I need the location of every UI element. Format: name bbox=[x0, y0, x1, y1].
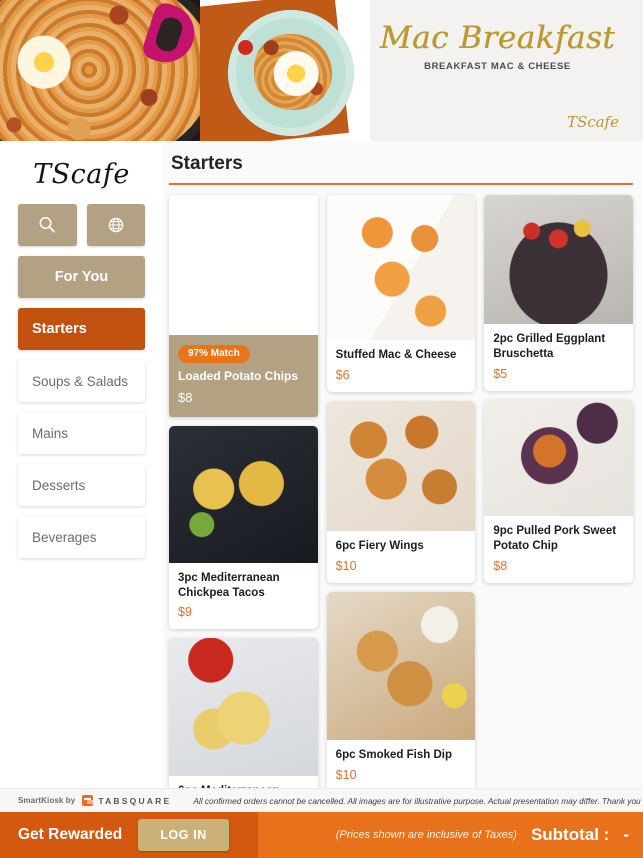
subtotal-section: (Prices shown are inclusive of Taxes) Su… bbox=[258, 812, 643, 858]
plate-food-graphic bbox=[254, 34, 332, 110]
item-image bbox=[169, 425, 318, 563]
brand-logo: TScafe bbox=[33, 159, 130, 190]
subtotal-value: - bbox=[623, 825, 629, 844]
sidebar-item-label: Beverages bbox=[32, 529, 97, 545]
item-image bbox=[484, 195, 634, 324]
item-price: $8 bbox=[493, 558, 508, 573]
menu-card-pulled-pork-sweet-potato-chip[interactable]: 9pc Pulled Pork Sweet Potato Chip $8 bbox=[484, 399, 634, 583]
item-price: $6 bbox=[335, 367, 350, 382]
banner-brand-block: Mac Breakfast BREAKFAST MAC & CHEESE TSc… bbox=[370, 0, 643, 141]
get-rewarded-label: Get Rewarded bbox=[18, 826, 123, 843]
tabsquare-logo-icon bbox=[82, 795, 94, 806]
item-info: Stuffed Mac & Cheese $6 bbox=[327, 340, 476, 392]
item-name: 6pc Fiery Wings bbox=[335, 539, 424, 552]
tax-note: (Prices shown are inclusive of Taxes) bbox=[335, 829, 517, 841]
banner-image-plate bbox=[200, 0, 370, 141]
menu-content: Starters 97% Match Loaded Potato Chips $… bbox=[163, 141, 643, 788]
banner-brand-mark: TScafe bbox=[566, 113, 619, 131]
item-image bbox=[326, 591, 476, 740]
item-info: 3pc Mediterranean Chickpea Tacos $9 bbox=[169, 563, 318, 630]
sidebar-item-starters[interactable]: Starters bbox=[18, 308, 145, 350]
item-name: 6pc Smoked Fish Dip bbox=[335, 748, 452, 761]
sidebar-item-beverages[interactable]: Beverages bbox=[18, 516, 145, 558]
header-banner: Mac Breakfast BREAKFAST MAC & CHEESE TSc… bbox=[0, 0, 643, 141]
page-title: Starters bbox=[171, 153, 243, 174]
menu-grid: 97% Match Loaded Potato Chips $8 3pc Med… bbox=[169, 195, 634, 788]
item-info: 6pc Fiery Wings $10 bbox=[327, 531, 476, 583]
item-info: 6pc Mediterranean Mozzarella Cheese bbox=[169, 776, 318, 788]
footer-note: SmartKiosk by TABSQUARE All confirmed or… bbox=[0, 788, 643, 812]
item-image bbox=[326, 400, 476, 531]
promo-title: Mac Breakfast bbox=[379, 20, 616, 56]
smartkiosk-label: SmartKiosk by bbox=[18, 796, 76, 805]
order-disclaimer: All confirmed orders cannot be cancelled… bbox=[193, 795, 641, 806]
banner-image-skillet bbox=[0, 0, 200, 141]
subtotal-label: Subtotal : bbox=[530, 825, 610, 844]
menu-column-2: Stuffed Mac & Cheese $6 6pc Fiery Wings … bbox=[326, 195, 476, 788]
globe-icon bbox=[108, 217, 123, 233]
menu-card-smoked-fish-dip[interactable]: 6pc Smoked Fish Dip $10 bbox=[326, 591, 476, 788]
sidebar-item-label: Starters bbox=[32, 321, 87, 337]
bottom-bar: Get Rewarded LOG IN (Prices shown are in… bbox=[0, 812, 643, 858]
rewards-section: Get Rewarded LOG IN bbox=[0, 812, 258, 858]
menu-card-grilled-eggplant-bruschetta[interactable]: 2pc Grilled Eggplant Bruschetta $5 bbox=[484, 195, 634, 391]
sidebar-item-soups-salads[interactable]: Soups & Salads bbox=[18, 360, 145, 402]
menu-card-loaded-potato-chips[interactable]: 97% Match Loaded Potato Chips $8 bbox=[169, 195, 318, 417]
promo-subtitle: BREAKFAST MAC & CHEESE bbox=[424, 61, 571, 73]
item-info: 9pc Pulled Pork Sweet Potato Chip $8 bbox=[484, 516, 633, 583]
title-divider bbox=[169, 183, 633, 185]
sidebar-item-mains[interactable]: Mains bbox=[18, 412, 145, 454]
language-button[interactable] bbox=[86, 204, 145, 246]
tomato-graphic bbox=[238, 40, 253, 55]
login-button[interactable]: LOG IN bbox=[138, 819, 229, 851]
item-info: 97% Match Loaded Potato Chips $8 bbox=[169, 335, 318, 417]
menu-card-mediterranean-chickpea-tacos[interactable]: 3pc Mediterranean Chickpea Tacos $9 bbox=[169, 425, 318, 630]
kiosk-screen: Mac Breakfast BREAKFAST MAC & CHEESE TSc… bbox=[0, 0, 643, 858]
item-price: $8 bbox=[178, 389, 193, 405]
item-price: $5 bbox=[493, 366, 508, 381]
menu-card-stuffed-mac-cheese[interactable]: Stuffed Mac & Cheese $6 bbox=[326, 195, 476, 392]
search-button[interactable] bbox=[18, 204, 77, 246]
match-badge: 97% Match bbox=[178, 345, 250, 363]
menu-card-fiery-wings[interactable]: 6pc Fiery Wings $10 bbox=[326, 400, 476, 583]
sidebar: TScafe For You Starters Soups & Salads M… bbox=[0, 141, 163, 788]
search-icon bbox=[39, 217, 56, 233]
item-name: 9pc Pulled Pork Sweet Potato Chip bbox=[493, 524, 617, 552]
item-name: Loaded Potato Chips bbox=[178, 369, 298, 383]
item-image bbox=[169, 638, 318, 777]
plate-graphic bbox=[228, 10, 354, 136]
item-image bbox=[484, 399, 634, 516]
sidebar-item-label: Soups & Salads bbox=[32, 373, 129, 389]
item-image bbox=[326, 195, 476, 340]
sidebar-item-label: For You bbox=[54, 269, 109, 285]
menu-card-mediterranean-mozzarella-cheese[interactable]: 6pc Mediterranean Mozzarella Cheese bbox=[169, 638, 318, 788]
item-name: Stuffed Mac & Cheese bbox=[335, 349, 457, 361]
item-info: 6pc Smoked Fish Dip $10 bbox=[327, 740, 476, 788]
item-name: 3pc Mediterranean Chickpea Tacos bbox=[178, 571, 280, 599]
item-name: 2pc Grilled Eggplant Bruschetta bbox=[493, 333, 606, 360]
sidebar-item-label: Desserts bbox=[32, 477, 86, 493]
menu-column-3: 2pc Grilled Eggplant Bruschetta $5 9pc P… bbox=[484, 195, 634, 583]
item-price: $9 bbox=[178, 605, 192, 620]
sidebar-item-label: Mains bbox=[32, 425, 69, 441]
item-price: $10 bbox=[335, 767, 357, 782]
sidebar-icon-row bbox=[0, 204, 163, 246]
item-info: 2pc Grilled Eggplant Bruschetta $5 bbox=[484, 324, 633, 391]
sidebar-item-for-you[interactable]: For You bbox=[18, 256, 145, 298]
menu-column-1: 97% Match Loaded Potato Chips $8 3pc Med… bbox=[169, 195, 318, 788]
item-price: $10 bbox=[335, 558, 357, 573]
sidebar-item-desserts[interactable]: Desserts bbox=[18, 464, 145, 506]
tabsquare-wordmark: TABSQUARE bbox=[98, 795, 172, 806]
item-image bbox=[169, 195, 318, 335]
